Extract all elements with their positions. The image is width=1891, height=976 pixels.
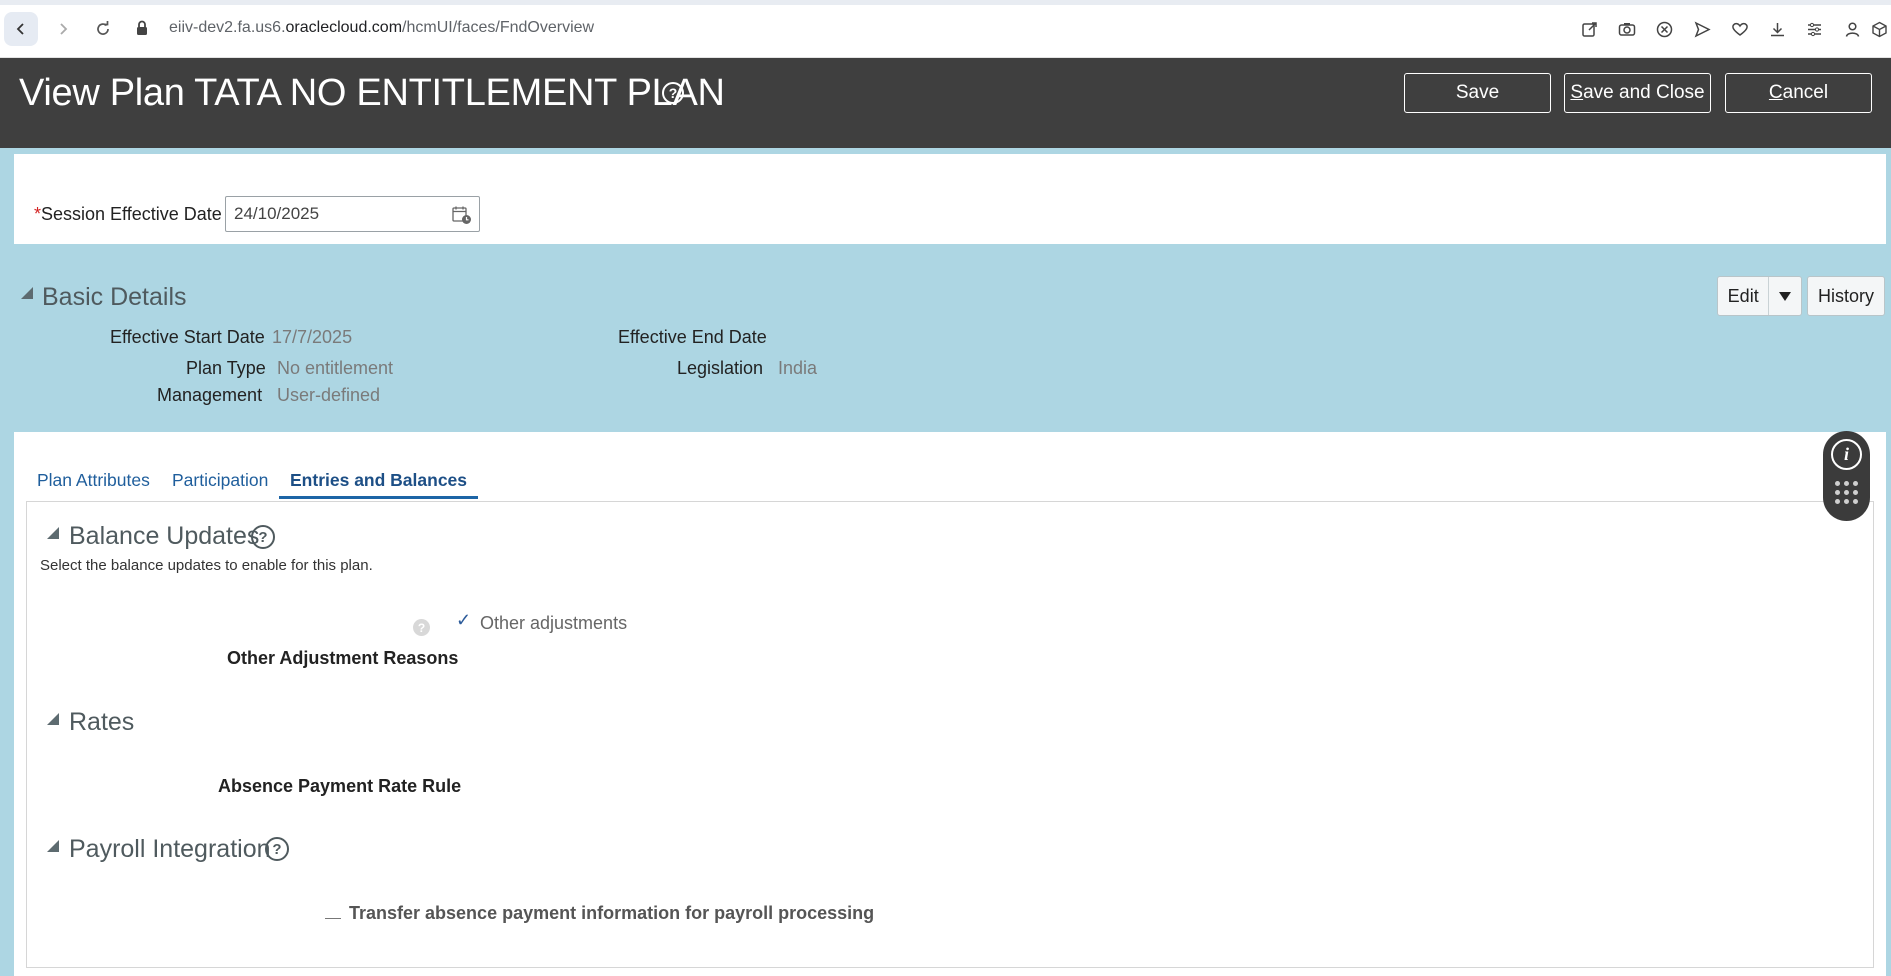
address-bar[interactable]: eiiv-dev2.fa.us6.oraclecloud.com/hcmUI/f… [169,19,594,37]
edit-button[interactable]: Edit [1718,277,1770,315]
payroll-integration-title: Payroll Integration [69,835,271,863]
cancel-mnemonic: C [1768,82,1783,103]
effective-start-date-label: Effective Start Date [110,327,265,347]
cube-icon[interactable] [1871,16,1891,42]
caret-down-icon [1779,291,1792,301]
save-close-rest: ave and Close [1583,82,1705,103]
info-icon[interactable]: i [1831,439,1862,470]
tab-participation[interactable]: Participation [172,470,268,491]
save-and-close-button[interactable]: Save and Close [1564,73,1711,113]
management-label: Management [157,385,263,405]
option-help-icon[interactable]: ? [413,619,430,636]
calendar-icon[interactable] [452,205,472,225]
download-icon[interactable] [1759,16,1797,42]
session-date-field[interactable] [225,196,480,232]
active-tab-indicator [279,496,478,499]
transfer-absence-payment-option: Transfer absence payment information for… [349,903,875,923]
basic-details-title: Basic Details [42,283,187,311]
save-close-mnemonic: S [1570,82,1584,103]
other-adjustments-option: Other adjustments [480,613,628,633]
basic-details-collapse-icon[interactable] [21,287,33,299]
balance-updates-title: Balance Updates [69,522,260,550]
lock-icon [137,20,147,35]
share-icon[interactable] [1571,16,1609,42]
required-marker: * [34,204,42,224]
url-prefix: eiiv-dev2.fa.us6. [169,19,286,36]
effective-start-date-value: 17/7/2025 [272,327,353,347]
browser-tab-strip [0,0,1891,5]
history-button[interactable]: History [1807,276,1885,316]
chevron-left-icon [16,23,24,35]
session-date-input[interactable] [226,197,446,231]
profile-icon[interactable] [1834,16,1872,42]
plan-type-value: No entitlement [277,358,394,378]
plan-type-label: Plan Type [186,358,266,378]
page-header: View Plan TATA NO ENTITLEMENT PLAN ? Sav… [0,58,1891,148]
effective-end-date-label: Effective End Date [618,327,767,347]
reload-icon [97,21,109,35]
save-button[interactable]: Save [1404,73,1551,113]
legislation-value: India [778,358,818,378]
other-adjustment-reasons-label: Other Adjustment Reasons [227,648,459,668]
chevron-right-icon [60,23,68,35]
close-circle-icon[interactable] [1646,16,1684,42]
cancel-button[interactable]: Cancel [1725,73,1872,113]
browser-extension-icons [1571,16,1891,42]
reload-button[interactable] [86,12,120,46]
heart-icon[interactable] [1721,16,1759,42]
url-host: oraclecloud.com [285,19,403,36]
floating-help-widget[interactable]: i [1823,431,1870,521]
url-path: /hcmUI/faces/FndOverview [402,19,595,36]
help-icon[interactable]: ? [662,82,684,104]
edit-dropdown-toggle[interactable] [1769,277,1801,315]
rates-title: Rates [69,708,135,736]
browser-toolbar: eiiv-dev2.fa.us6.oraclecloud.com/hcmUI/f… [0,0,1891,58]
page-title: View Plan TATA NO ENTITLEMENT PLAN [19,72,725,114]
back-button[interactable] [4,12,38,46]
tab-entries-and-balances[interactable]: Entries and Balances [290,470,467,491]
balance-updates-help-icon[interactable]: ? [251,525,275,549]
payroll-integration-collapse-icon[interactable] [47,840,59,852]
rates-collapse-icon[interactable] [47,713,59,725]
tab-plan-attributes[interactable]: Plan Attributes [37,470,150,491]
apps-grid-icon[interactable] [1835,481,1859,505]
checkmark-icon[interactable]: ✓ [456,610,471,631]
forward-button[interactable] [46,12,80,46]
settings-icon[interactable] [1796,16,1834,42]
session-date-label: *Session Effective Date [34,204,222,225]
absence-payment-rate-rule-label: Absence Payment Rate Rule [218,776,462,796]
management-value: User-defined [277,385,381,405]
balance-updates-instruction: Select the balance updates to enable for… [40,557,373,574]
camera-icon[interactable] [1609,16,1647,42]
send-icon[interactable] [1684,16,1722,42]
edit-menu-button[interactable]: Edit [1717,276,1802,316]
session-date-label-text: Session Effective Date [41,204,222,224]
cancel-rest: ancel [1782,82,1829,103]
session-date-panel: *Session Effective Date [14,154,1886,244]
balance-updates-collapse-icon[interactable] [47,527,59,539]
legislation-label: Legislation [677,358,764,378]
unchecked-dash-icon [325,918,341,919]
payroll-integration-help-icon[interactable]: ? [265,837,289,861]
